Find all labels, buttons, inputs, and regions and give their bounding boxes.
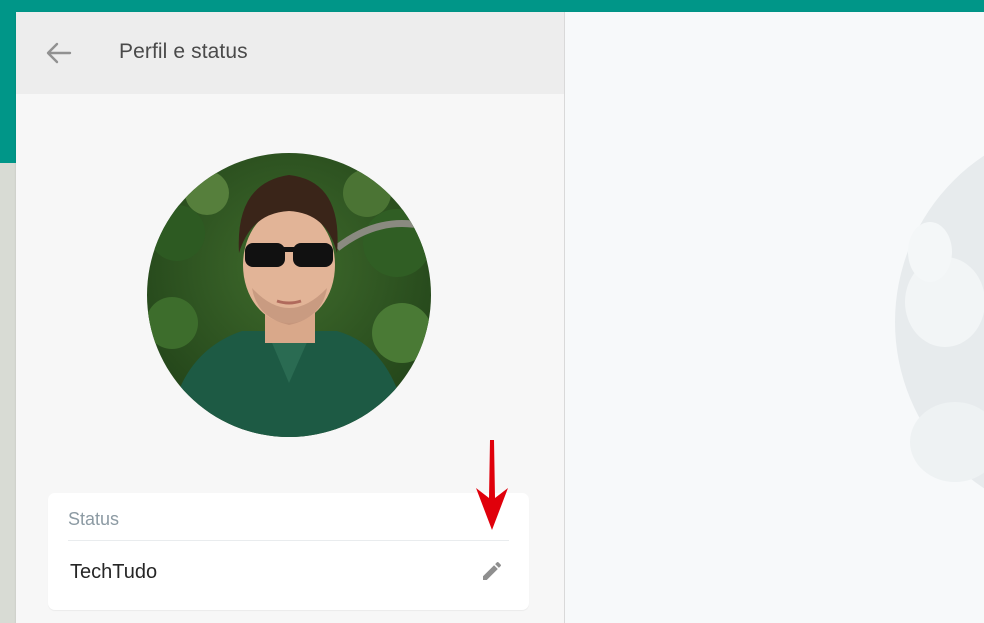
intro-panel xyxy=(565,12,984,623)
status-card: Status TechTudo xyxy=(48,493,529,610)
pencil-icon xyxy=(483,561,502,580)
status-label: Status xyxy=(68,509,120,529)
profile-drawer: Perfil e status Status TechTudo xyxy=(16,12,565,623)
page-title: Perfil e status xyxy=(119,40,248,63)
red-down-arrow-icon xyxy=(476,440,508,530)
intro-illustration xyxy=(895,155,984,489)
edit-status-button[interactable] xyxy=(477,556,507,586)
profile-photo xyxy=(147,153,431,437)
divider xyxy=(68,540,509,541)
arrow-left-icon xyxy=(46,42,72,64)
back-button[interactable] xyxy=(41,38,77,68)
app-window: Perfil e status Status TechTudo xyxy=(16,12,984,623)
drawer-header: Perfil e status xyxy=(16,12,564,94)
status-value[interactable]: TechTudo xyxy=(70,561,157,584)
avatar[interactable] xyxy=(147,153,431,437)
window-background xyxy=(0,163,16,623)
